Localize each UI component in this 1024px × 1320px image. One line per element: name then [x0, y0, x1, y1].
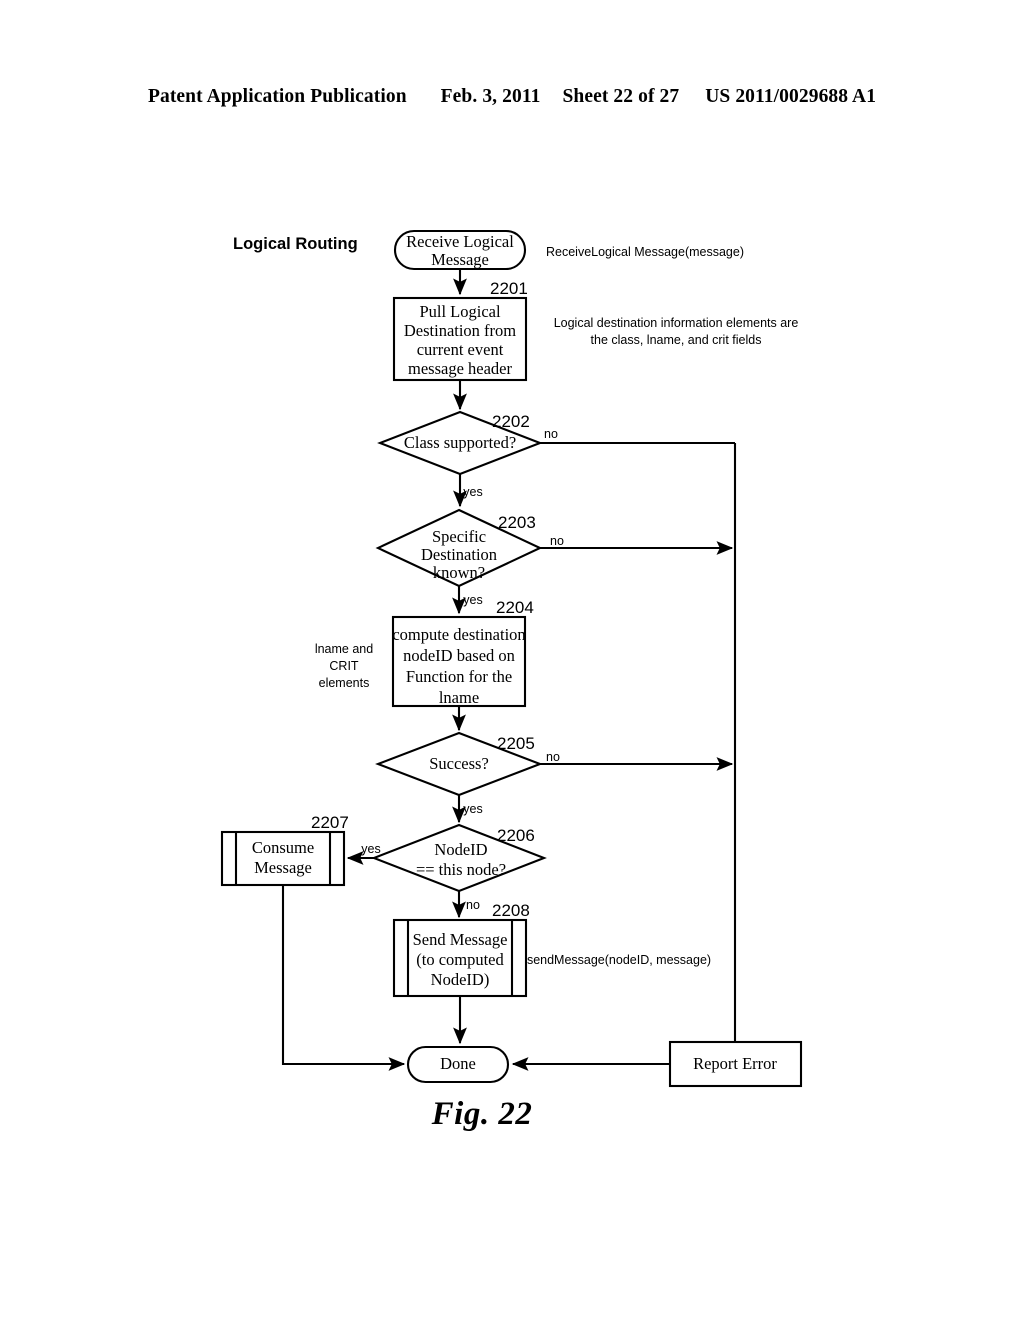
edge-label-2206-yes: yes [361, 842, 380, 856]
node-2201-line-1: Pull Logical [419, 302, 501, 321]
node-start-line-1: Receive Logical [406, 232, 514, 251]
node-2203-line-1: Specific [432, 527, 486, 546]
node-2207-line-2: Message [254, 858, 312, 877]
ref-number-2201: 2201 [490, 279, 528, 298]
edge-label-2202-no: no [544, 427, 558, 441]
ref-number-2202: 2202 [492, 412, 530, 431]
node-2206-line-1: NodeID [434, 840, 487, 859]
node-send-message: Send Message (to computed NodeID) [392, 918, 528, 998]
node-2204-line-2: nodeID based on [403, 646, 515, 665]
ref-number-2206: 2206 [497, 826, 535, 845]
node-consume-message: Consume Message [220, 830, 346, 887]
node-report-error-label: Report Error [693, 1054, 777, 1073]
annotation-send-call: sendMessage(nodeID, message) [527, 953, 711, 967]
node-2208-line-1: Send Message [413, 930, 508, 949]
edge-label-2205-yes: yes [463, 802, 482, 816]
ref-number-2207: 2207 [311, 813, 349, 832]
node-2202-line-1: Class supported? [404, 433, 516, 452]
figure-caption-text: Fig. 22 [431, 1096, 533, 1132]
annotation-logical-destination-line-1: Logical destination information elements… [554, 316, 799, 330]
node-2204-line-4: lname [439, 688, 479, 707]
edge-label-2205-no: no [546, 750, 560, 764]
annotation-lname-crit-line-2: CRIT [329, 659, 359, 673]
node-2204-line-1: compute destination [392, 625, 525, 644]
annotation-logical-destination-line-2: the class, lname, and crit fields [591, 333, 762, 347]
node-2205-line-1: Success? [429, 754, 489, 773]
node-2201-line-4: message header [408, 359, 512, 378]
ref-number-2205: 2205 [497, 734, 535, 753]
node-receive-logical-message: Receive Logical Message [393, 229, 527, 271]
node-2201-line-2: Destination from [404, 321, 516, 340]
node-2204-line-3: Function for the [406, 667, 512, 686]
node-done: Done [406, 1045, 510, 1084]
edge-label-2203-yes: yes [463, 593, 482, 607]
node-compute-destination-nodeid: compute destination nodeID based on Func… [391, 615, 527, 708]
figure-caption: Fig. 22 [0, 1096, 1024, 1133]
ref-number-2204: 2204 [496, 598, 534, 617]
node-2206-line-2: == this node? [416, 860, 506, 879]
node-done-label: Done [440, 1054, 476, 1073]
node-2203-line-2: Destination [421, 545, 497, 564]
node-2207-line-1: Consume [252, 838, 314, 857]
edge-label-2206-no: no [466, 898, 480, 912]
node-pull-logical-destination: Pull Logical Destination from current ev… [392, 296, 528, 382]
diagram-title: Logical Routing [233, 235, 358, 253]
node-report-error: Report Error [668, 1040, 803, 1088]
node-2208-line-3: NodeID) [431, 970, 490, 989]
node-start-line-2: Message [431, 250, 489, 269]
edge-2207-to-done [281, 885, 406, 1071]
ref-number-2203: 2203 [498, 513, 536, 532]
node-2208-line-2: (to computed [416, 950, 504, 969]
edge-label-2202-yes: yes [463, 485, 482, 499]
annotation-lname-crit-line-1: lname and [315, 642, 373, 656]
annotation-receive-call: ReceiveLogical Message(message) [546, 245, 744, 259]
node-2201-line-3: current event [417, 340, 504, 359]
annotation-lname-crit-line-3: elements [319, 676, 370, 690]
ref-number-2208: 2208 [492, 901, 530, 920]
edge-label-2203-no: no [550, 534, 564, 548]
node-2203-line-3: known? [433, 563, 485, 582]
